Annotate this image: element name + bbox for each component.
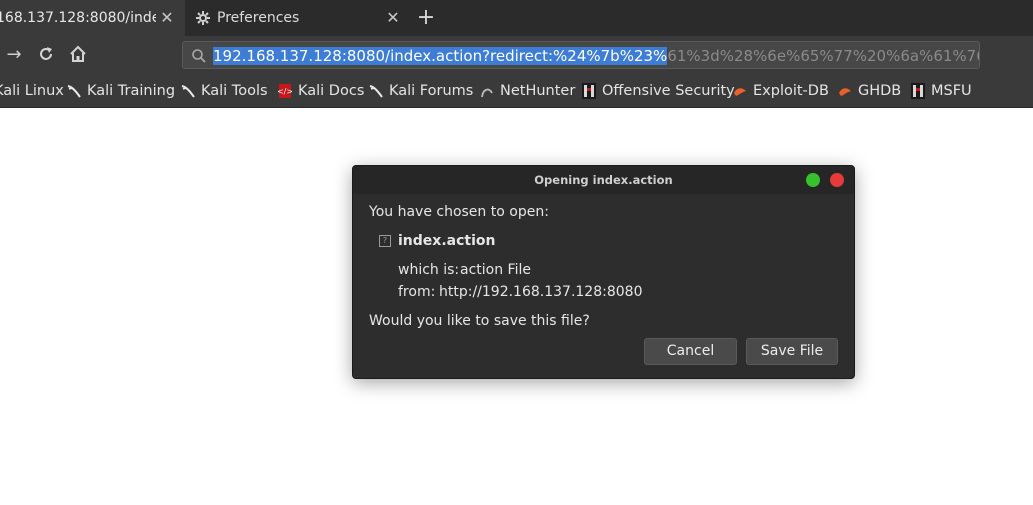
kali-dragon-icon bbox=[369, 83, 383, 99]
bookmark-label: Kali Tools bbox=[201, 83, 268, 99]
file-type-label: which is: bbox=[398, 262, 460, 278]
kali-dragon-icon bbox=[67, 83, 81, 99]
bookmark-label: Offensive Security bbox=[602, 83, 735, 99]
close-tab-icon[interactable]: ✕ bbox=[385, 10, 401, 26]
bookmark-label: Kali Forums bbox=[389, 83, 474, 99]
bookmark-kali-forums[interactable]: Kali Forums bbox=[369, 81, 473, 101]
bookmarks-toolbar: Kali Linux Kali Training Kali Tools </> … bbox=[0, 74, 1033, 108]
bookmark-label: MSFU bbox=[931, 83, 972, 99]
tab-preferences[interactable]: Preferences ✕ bbox=[185, 0, 411, 36]
exploitdb-icon bbox=[733, 83, 747, 99]
bookmark-offensive-security[interactable]: Offensive Security bbox=[582, 81, 735, 101]
tab-index-action[interactable]: 168.137.128:8080/index.action ✕ bbox=[0, 0, 185, 36]
exploitdb-icon bbox=[838, 83, 852, 99]
file-source-label: from: bbox=[398, 284, 436, 300]
bookmark-label: Kali Training bbox=[87, 83, 176, 99]
bookmark-kali-linux[interactable]: Kali Linux bbox=[0, 81, 64, 101]
reload-icon[interactable] bbox=[36, 45, 56, 65]
offsec-icon bbox=[911, 83, 925, 99]
svg-text:</>: </> bbox=[278, 87, 292, 96]
url-text[interactable]: 192.168.137.128:8080/index.action?redire… bbox=[213, 46, 979, 66]
bookmark-ghdb[interactable]: GHDB bbox=[838, 81, 901, 101]
dialog-intro: You have chosen to open: bbox=[369, 204, 549, 220]
url-selected-text: 192.168.137.128:8080/index.action?redire… bbox=[213, 47, 668, 65]
bookmark-kali-tools[interactable]: Kali Tools bbox=[181, 81, 268, 101]
dialog-title: Opening index.action bbox=[353, 166, 854, 194]
file-name: index.action bbox=[398, 233, 496, 249]
bookmark-label: Kali Docs bbox=[298, 83, 365, 99]
save-file-button[interactable]: Save File bbox=[746, 338, 838, 365]
navigation-bar: → 192.168.137.128:8080/index.action?redi… bbox=[0, 36, 1033, 74]
tab-title: Preferences bbox=[217, 10, 300, 26]
new-tab-icon[interactable]: + bbox=[414, 6, 438, 30]
bookmark-label: Kali Linux bbox=[0, 83, 64, 99]
forward-icon[interactable]: → bbox=[4, 45, 24, 65]
tab-title: 168.137.128:8080/index.action bbox=[0, 10, 156, 26]
offsec-icon bbox=[582, 83, 596, 99]
bookmark-nethunter[interactable]: NetHunter bbox=[480, 81, 575, 101]
url-bar[interactable]: 192.168.137.128:8080/index.action?redire… bbox=[182, 41, 980, 69]
close-dialog-button[interactable] bbox=[830, 173, 844, 187]
bookmark-label: Exploit-DB bbox=[753, 83, 829, 99]
tab-bar: 168.137.128:8080/index.action ✕ Preferen… bbox=[0, 0, 1033, 36]
home-icon[interactable] bbox=[68, 45, 88, 65]
bookmark-kali-docs[interactable]: </> Kali Docs bbox=[277, 81, 365, 101]
bookmark-kali-training[interactable]: Kali Training bbox=[67, 81, 175, 101]
bookmark-label: GHDB bbox=[858, 83, 902, 99]
open-file-dialog: Opening index.action You have chosen to … bbox=[352, 165, 855, 379]
file-source-value: http://192.168.137.128:8080 bbox=[439, 284, 643, 300]
url-rest-text: 61%3d%28%6e%65%77%20%6a%61%76%61 bbox=[667, 47, 979, 65]
gear-icon bbox=[195, 10, 211, 26]
nethunter-icon bbox=[480, 83, 494, 99]
maximize-button[interactable] bbox=[806, 173, 820, 187]
file-type-value: action File bbox=[460, 262, 531, 278]
file-type-icon: ? bbox=[379, 235, 391, 247]
bookmark-exploit-db[interactable]: Exploit-DB bbox=[733, 81, 829, 101]
bookmark-msfu[interactable]: MSFU bbox=[911, 81, 972, 101]
kali-dragon-icon bbox=[181, 83, 195, 99]
search-icon bbox=[191, 48, 207, 64]
save-question: Would you like to save this file? bbox=[369, 313, 590, 329]
kali-docs-icon: </> bbox=[277, 83, 293, 99]
close-tab-icon[interactable]: ✕ bbox=[159, 10, 175, 26]
bookmark-label: NetHunter bbox=[500, 83, 576, 99]
cancel-button[interactable]: Cancel bbox=[644, 338, 737, 365]
